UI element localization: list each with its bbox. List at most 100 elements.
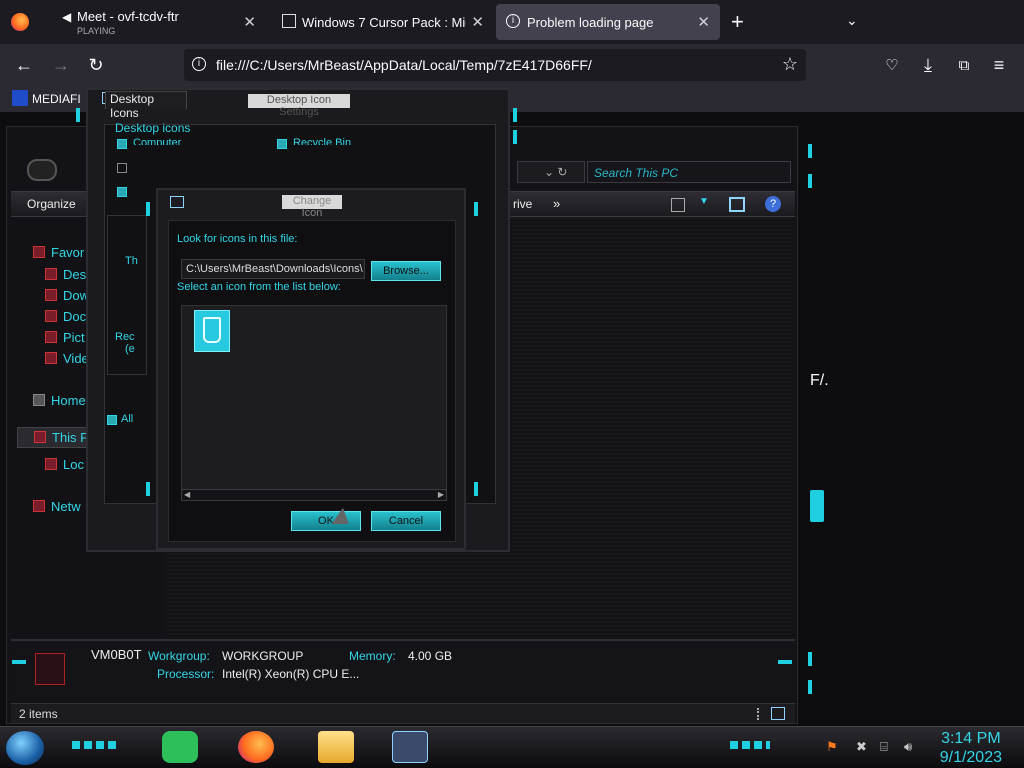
computer-thumbnail-icon	[35, 653, 65, 685]
icon-file-path-input[interactable]: C:\Users\MrBeast\Downloads\Icons\	[181, 259, 365, 279]
close-icon[interactable]: ✕	[471, 13, 484, 31]
info-icon[interactable]: i	[192, 57, 206, 71]
home-icon	[33, 394, 45, 406]
details-view-icon[interactable]	[757, 708, 761, 720]
monitor-icon	[170, 196, 184, 208]
firefox-menu-icon[interactable]	[11, 13, 29, 31]
nav-local-disk[interactable]: Loc	[45, 457, 84, 472]
videos-icon	[45, 352, 57, 364]
tab-cursor-pack[interactable]: Windows 7 Cursor Pack : Micro ✕	[268, 0, 494, 44]
organize-button[interactable]: Organize	[27, 197, 76, 211]
search-placeholder: Search This PC	[594, 166, 679, 180]
processor-value: Intel(R) Xeon(R) CPU E...	[222, 667, 360, 681]
frame-notch	[146, 202, 150, 216]
cancel-button[interactable]: Cancel	[371, 511, 441, 531]
fragment-th: Th	[125, 255, 138, 267]
nav-downloads[interactable]: Dow	[45, 288, 89, 303]
details-pane: VM0B0T Workgroup: WORKGROUP Memory: 4.00…	[11, 639, 795, 699]
speaker-icon[interactable]: ◀	[62, 10, 71, 24]
frame-notch	[474, 202, 478, 216]
frame-notch	[808, 174, 812, 188]
taskbar: ⚑ ✖ ⌸ 🔊︎ 3:14 PM 9/1/2023	[0, 726, 1024, 768]
download-folder-icon	[45, 289, 57, 301]
bookmark-star-icon[interactable]: ☆	[782, 54, 798, 75]
large-icons-view-icon[interactable]	[771, 707, 785, 720]
drive-button-fragment[interactable]: rive	[513, 197, 532, 211]
volume-icon[interactable]: 🔊︎	[904, 739, 920, 755]
tab-desktop-icons[interactable]: Desktop Icons	[105, 91, 187, 120]
preview-pane-icon[interactable]	[729, 197, 745, 212]
nav-desktop[interactable]: Des	[45, 267, 86, 282]
view-chevron-icon[interactable]: ▼	[699, 196, 709, 207]
frame-notch	[474, 482, 478, 496]
nav-home[interactable]: Home	[33, 393, 86, 408]
menu-icon[interactable]: ≡	[988, 54, 1010, 76]
checkbox-allow-themes[interactable]	[107, 415, 117, 425]
horizontal-scrollbar[interactable]: ◀ ▶	[181, 489, 447, 501]
page-error-fragment: F/.	[810, 372, 829, 389]
close-icon[interactable]: ✕	[243, 13, 256, 31]
look-for-icons-label: Look for icons in this file:	[177, 233, 298, 245]
file-explorer-taskbar-icon[interactable]	[318, 731, 354, 763]
view-options-icon[interactable]	[671, 198, 685, 212]
nav-favorites[interactable]: Favor	[33, 245, 84, 260]
memory-value: 4.00 GB	[408, 649, 453, 663]
close-icon[interactable]: ✕	[697, 13, 710, 31]
checkbox-computer[interactable]	[117, 139, 127, 149]
nav-network[interactable]: Netw	[33, 499, 81, 514]
system-clock[interactable]: 3:14 PM 9/1/2023	[940, 729, 1002, 767]
back-forward-orb-icon[interactable]	[27, 159, 57, 181]
browse-button[interactable]: Browse...	[371, 261, 441, 281]
dialog-title: Change Icon	[282, 195, 342, 219]
status-bar: 2 items	[11, 703, 795, 723]
display-settings-taskbar-icon[interactable]	[392, 731, 428, 763]
new-tab-button[interactable]: +	[731, 9, 744, 35]
bookmark-favicon	[12, 90, 28, 106]
frame-notch	[808, 652, 812, 666]
tab-cursor-pack-title: Windows 7 Cursor Pack : Micro	[302, 15, 466, 30]
checkbox-unchecked[interactable]	[117, 163, 127, 173]
recycle-bin-icon[interactable]	[194, 310, 230, 352]
workgroup-label: Workgroup:	[148, 649, 210, 663]
scroll-right-icon[interactable]: ▶	[438, 490, 444, 499]
dialog-title: Desktop Icon Settings	[248, 94, 350, 118]
checkbox-recycle-bin[interactable]	[277, 139, 287, 149]
search-input[interactable]: Search This PC	[587, 161, 791, 183]
action-center-icon[interactable]: ✖	[856, 739, 872, 755]
help-icon[interactable]: ?	[765, 196, 781, 212]
tab-problem-title: Problem loading page	[527, 15, 654, 30]
start-button[interactable]	[6, 731, 44, 765]
bookmark-item[interactable]: MEDIAFI	[32, 92, 81, 106]
forward-arrow-icon[interactable]: →	[50, 54, 72, 76]
pocket-icon[interactable]: ♡	[881, 54, 903, 76]
back-arrow-icon[interactable]: ←	[13, 54, 35, 76]
frame-notch	[513, 130, 517, 144]
icon-list[interactable]	[181, 305, 447, 499]
url-bar[interactable]: i file:///C:/Users/MrBeast/AppData/Local…	[184, 49, 806, 81]
tab-problem-loading[interactable]: i Problem loading page ✕	[496, 4, 720, 40]
browser-tab-bar: ◀ Meet - ovf-tcdv-ftr PLAYING ✕ Windows …	[0, 0, 1024, 44]
more-commands-button[interactable]: »	[553, 196, 560, 211]
checkbox-checked[interactable]	[117, 187, 127, 197]
nav-videos[interactable]: Vide	[45, 351, 89, 366]
fragment-e: (e	[125, 343, 135, 355]
nav-documents[interactable]: Doc	[45, 309, 86, 324]
scroll-left-icon[interactable]: ◀	[184, 490, 190, 499]
address-refresh-area[interactable]: ⌄ ↻	[517, 161, 585, 183]
download-icon[interactable]: ⤓	[917, 54, 939, 76]
firefox-taskbar-icon[interactable]	[238, 731, 274, 763]
clock-date: 9/1/2023	[939, 749, 1002, 766]
nav-pictures[interactable]: Pict	[45, 330, 85, 345]
notes-app-icon[interactable]	[162, 731, 198, 763]
url-text[interactable]: file:///C:/Users/MrBeast/AppData/Local/T…	[216, 57, 592, 73]
tab-list-chevron-icon[interactable]: ⌄	[846, 12, 858, 29]
info-icon: i	[506, 14, 520, 28]
reload-icon[interactable]: ↻	[85, 54, 107, 76]
flag-icon[interactable]: ⚑	[826, 739, 842, 755]
network-tray-icon[interactable]: ⌸	[880, 739, 896, 755]
processor-label: Processor:	[157, 667, 215, 681]
documents-icon	[45, 310, 57, 322]
extensions-icon[interactable]: ⧉	[953, 54, 975, 76]
tab-meet[interactable]: ◀ Meet - ovf-tcdv-ftr PLAYING ✕	[44, 0, 266, 44]
frame-notch	[12, 660, 26, 664]
